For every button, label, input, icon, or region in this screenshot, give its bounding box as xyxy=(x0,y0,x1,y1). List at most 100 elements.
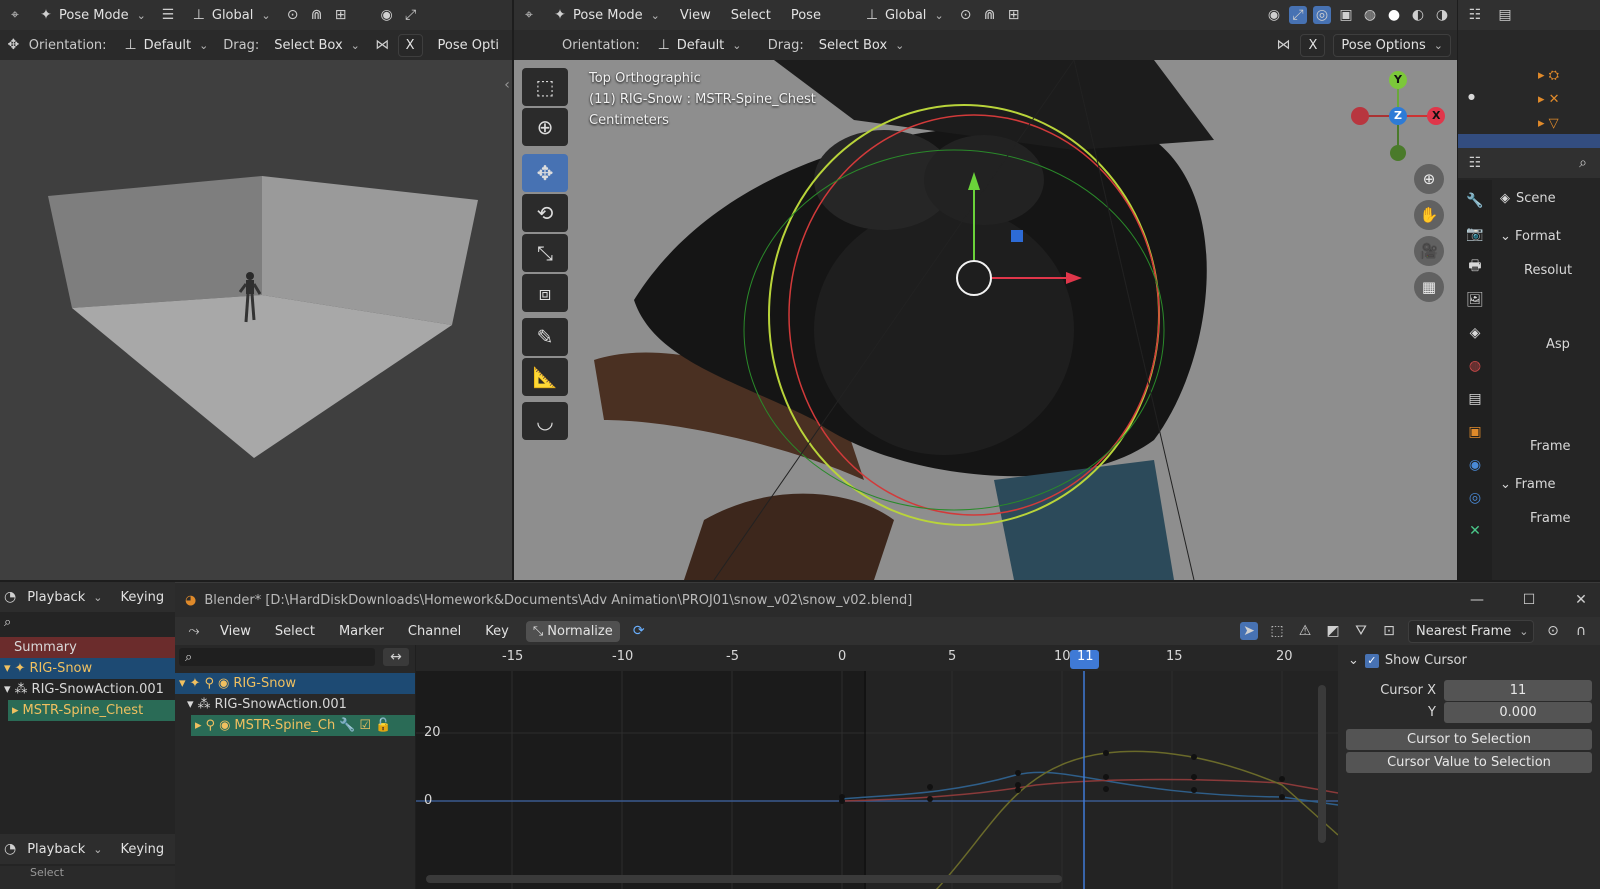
view-layer-tab-icon[interactable]: 🖼 xyxy=(1462,287,1488,313)
pose-options-dropdown[interactable]: Pose Options xyxy=(1333,33,1451,57)
zoom-button[interactable]: ⊕ xyxy=(1414,164,1444,194)
timeline-search-row[interactable]: ⌕ xyxy=(0,612,175,633)
render-tab-icon[interactable]: 📷 xyxy=(1462,221,1488,247)
menu-marker[interactable]: Marker xyxy=(332,621,391,642)
pivot-icon[interactable]: ⊙ xyxy=(284,6,302,24)
keying-menu[interactable]: Keying xyxy=(113,839,171,860)
pose-options-button[interactable]: Pose Opti xyxy=(431,35,506,56)
display-mode-icon[interactable]: ▤ xyxy=(1496,6,1514,24)
filter-icon[interactable]: ⛛ xyxy=(1352,622,1370,640)
menu-select[interactable]: Select xyxy=(268,621,322,642)
gizmo-icon[interactable]: ⤢ xyxy=(1289,6,1307,24)
visibility-icon[interactable]: ◉ xyxy=(1265,6,1283,24)
world-tab-icon[interactable]: ◍ xyxy=(1462,353,1488,379)
graph-editor-type-icon[interactable]: ⤳ xyxy=(185,622,203,640)
cursor-x-field[interactable]: 11 xyxy=(1444,680,1592,701)
menu-channel[interactable]: Channel xyxy=(401,621,468,642)
x-mirror-toggle[interactable]: X xyxy=(397,33,423,57)
errors-icon[interactable]: ⚠ xyxy=(1296,622,1314,640)
editor-type-icon[interactable]: ⌖ xyxy=(6,6,24,24)
timeline-editor-icon[interactable]: ◔ xyxy=(4,588,16,606)
transform-tool[interactable]: ⧈ xyxy=(522,274,568,312)
pivot-icon[interactable]: ⊙ xyxy=(957,6,975,24)
tool-tab-icon[interactable]: 🔧 xyxy=(1462,188,1488,214)
camera-view-button[interactable]: 🎥 xyxy=(1414,236,1444,266)
summary-row[interactable]: Summary xyxy=(0,637,175,658)
left-3d-viewport[interactable]: ‹ xyxy=(0,60,512,580)
orientation-dropdown[interactable]: ⊥ Default xyxy=(115,33,216,57)
checkbox-icon[interactable]: ☑ xyxy=(359,718,371,733)
rendered-shading-icon[interactable]: ◑ xyxy=(1433,6,1451,24)
properties-editor-icon[interactable]: ☷ xyxy=(1466,154,1484,172)
overlay-icon[interactable]: ◩ xyxy=(1324,622,1342,640)
measure-tool[interactable]: 📐 xyxy=(522,358,568,396)
show-cursor-checkbox[interactable]: ✓ xyxy=(1364,653,1379,668)
editor-type-icon[interactable]: ⌖ xyxy=(520,6,538,24)
show-cursor-panel-header[interactable]: ⌄ ✓ Show Cursor xyxy=(1338,645,1600,676)
collection-tab-icon[interactable]: ▤ xyxy=(1462,386,1488,412)
cursor-y-field[interactable]: 0.000 xyxy=(1444,702,1592,723)
physics-tab-icon[interactable]: ◎ xyxy=(1462,485,1488,511)
drag-dropdown[interactable]: Select Box xyxy=(812,35,912,56)
mirror-icon[interactable]: ⋈ xyxy=(1274,36,1292,54)
snap-dropdown[interactable]: Nearest Frame xyxy=(1408,619,1534,643)
bone-row[interactable]: ▸ MSTR-Spine_Chest xyxy=(8,700,175,721)
mirror-icon[interactable]: ⋈ xyxy=(375,36,390,54)
playback-menu[interactable]: Playback xyxy=(20,587,109,608)
rotate-tool[interactable]: ⟲ xyxy=(522,194,568,232)
vertical-scrollbar[interactable] xyxy=(1318,685,1326,843)
frame-ruler[interactable]: -15 -10 -5 0 5 10 15 20 11 xyxy=(416,649,1338,667)
show-hidden-icon[interactable]: ⬚ xyxy=(1268,622,1286,640)
menu-view[interactable]: View xyxy=(213,621,258,642)
lock-icon[interactable]: 🔓 xyxy=(375,718,391,733)
mode-dropdown[interactable]: ✦ Pose Mode xyxy=(30,3,153,27)
select-box-tool[interactable]: ⬚ xyxy=(522,68,568,106)
refresh-icon[interactable]: ⟳ xyxy=(630,622,648,640)
frame-range-panel-header[interactable]: ⌄ Frame xyxy=(1500,476,1600,494)
transform-space-dropdown[interactable]: ⊥ Global xyxy=(183,3,278,27)
wireframe-shading-icon[interactable]: ◍ xyxy=(1361,6,1379,24)
proportional-icon[interactable]: ⊞ xyxy=(332,6,350,24)
rig-row[interactable]: ▾ ✦ RIG-Snow xyxy=(0,658,175,679)
close-icon[interactable]: ✕ xyxy=(1572,591,1590,609)
graph-area[interactable]: -15 -10 -5 0 5 10 15 20 11 20 0 xyxy=(416,645,1338,889)
normalize-toggle[interactable]: ⤡ Normalize xyxy=(525,620,620,642)
maximize-icon[interactable]: ☐ xyxy=(1520,591,1538,609)
gizmo-icon[interactable]: ⤢ xyxy=(402,6,420,24)
menu-pose[interactable]: Pose xyxy=(784,5,828,26)
search-icon[interactable]: ⌕ xyxy=(1574,154,1592,172)
snap-icon[interactable]: ⋒ xyxy=(308,6,326,24)
menu-select[interactable]: Select xyxy=(724,5,778,26)
object-tab-icon[interactable]: ▣ xyxy=(1462,419,1488,445)
outliner-tree[interactable]: ● ▸ ⛭ ▸ ✕ ▸ ▽ xyxy=(1458,30,1600,148)
pose-breakdown-tool[interactable]: ◡ xyxy=(522,402,568,440)
solid-shading-icon[interactable]: ● xyxy=(1385,6,1403,24)
action-row[interactable]: ▾ ⁂ RIG-SnowAction.001 xyxy=(0,679,175,700)
swap-icon[interactable]: ↔ xyxy=(383,648,409,666)
menu-view[interactable]: View xyxy=(673,5,718,26)
cursor-value-to-selection-button[interactable]: Cursor Value to Selection xyxy=(1346,752,1592,773)
proportional-icon[interactable]: ⊞ xyxy=(1005,6,1023,24)
menu-key[interactable]: Key xyxy=(478,621,516,642)
material-shading-icon[interactable]: ◐ xyxy=(1409,6,1427,24)
action-channel-row[interactable]: ▾ ⁂ RIG-SnowAction.001 xyxy=(175,694,415,715)
scale-tool[interactable]: ⤡ xyxy=(522,234,568,272)
drag-dropdown[interactable]: Select Box xyxy=(267,35,367,56)
xray-icon[interactable]: ▣ xyxy=(1337,6,1355,24)
playback-menu[interactable]: Playback xyxy=(20,839,109,860)
keying-menu[interactable]: Keying xyxy=(113,587,171,608)
only-selected-icon[interactable]: ➤ xyxy=(1240,622,1258,640)
scene-tab-icon[interactable]: ◈ xyxy=(1462,320,1488,346)
ortho-toggle-button[interactable]: ▦ xyxy=(1414,272,1444,302)
overlay-icon[interactable]: ◎ xyxy=(1313,6,1331,24)
horizontal-scrollbar[interactable] xyxy=(426,875,1062,883)
data-tab-icon[interactable]: ✕ xyxy=(1462,518,1488,544)
minimize-icon[interactable]: — xyxy=(1468,591,1486,609)
pivot-icon[interactable]: ⊡ xyxy=(1380,622,1398,640)
annotate-tool[interactable]: ✎ xyxy=(522,318,568,356)
right-3d-viewport[interactable]: ⬚ ⊕ ✥ ⟲ ⤡ ⧈ ✎ 📐 ◡ Top Orthographic (11) … xyxy=(514,60,1457,580)
cursor-to-selection-button[interactable]: Cursor to Selection xyxy=(1346,729,1592,750)
outliner-editor-icon[interactable]: ☷ xyxy=(1466,6,1484,24)
cursor-tool[interactable]: ⊕ xyxy=(522,108,568,146)
move-tool[interactable]: ✥ xyxy=(522,154,568,192)
